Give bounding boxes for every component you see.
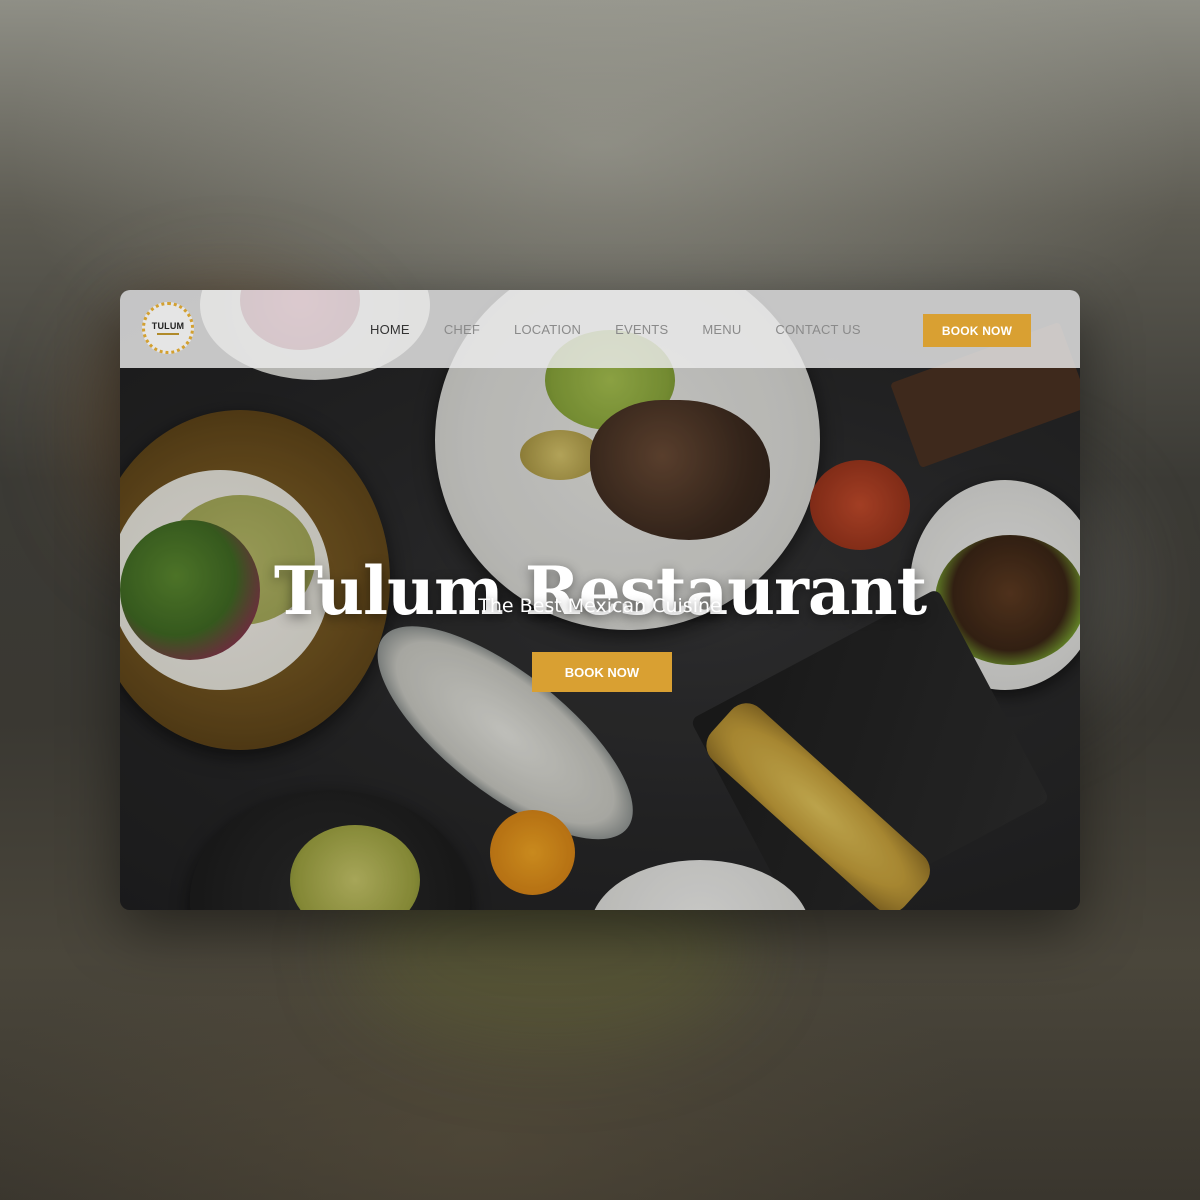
hero-book-now-button[interactable]: BOOK NOW: [532, 652, 672, 692]
tulum-logo[interactable]: TULUM: [142, 302, 194, 354]
hero-title: Tulum Restaurant: [273, 552, 927, 631]
logo-text: TULUM: [151, 321, 185, 331]
nav-item-home[interactable]: HOME: [370, 322, 410, 337]
nav-item-menu[interactable]: MENU: [702, 322, 741, 337]
nav-menu: HOME CHEF LOCATION EVENTS MENU CONTACT U…: [370, 290, 895, 368]
nav-item-chef[interactable]: CHEF: [444, 322, 480, 337]
website-preview: TULUM HOME CHEF LOCATION EVENTS MENU CON…: [120, 290, 1080, 910]
top-navbar: TULUM HOME CHEF LOCATION EVENTS MENU CON…: [120, 290, 1080, 368]
nav-item-events[interactable]: EVENTS: [615, 322, 668, 337]
nav-book-now-button[interactable]: BOOK NOW: [923, 314, 1031, 347]
hero-subtitle: The Best Mexican Cuisine: [478, 595, 722, 617]
nav-item-location[interactable]: LOCATION: [514, 322, 581, 337]
nav-item-contact-us[interactable]: CONTACT US: [775, 322, 860, 337]
logo-ornament: [157, 333, 179, 335]
